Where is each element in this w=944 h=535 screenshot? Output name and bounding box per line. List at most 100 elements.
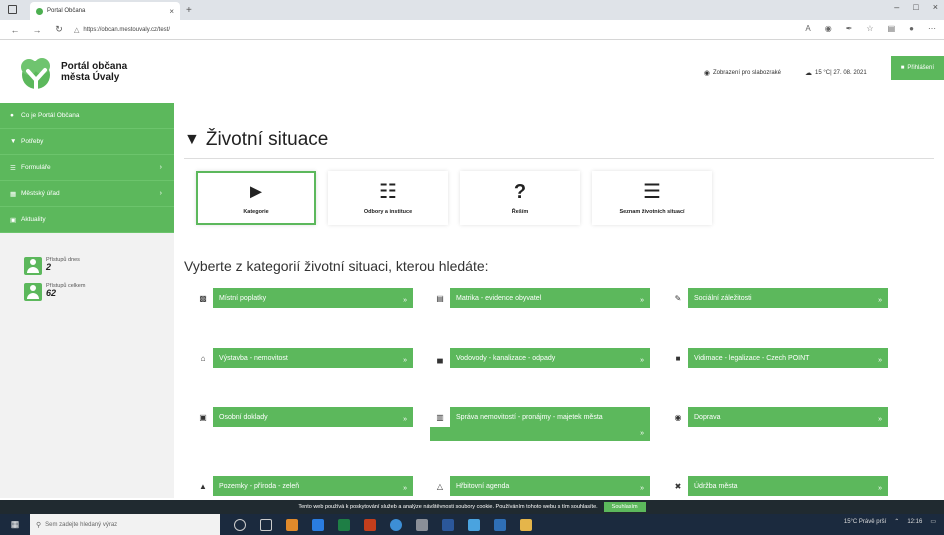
site-brand[interactable]: Portál občana města Úvaly xyxy=(61,61,127,83)
browser-tab[interactable]: Portal Občana × xyxy=(30,2,180,20)
extension-icon[interactable]: ◉ xyxy=(825,24,832,33)
task-view-icon[interactable] xyxy=(260,518,272,531)
tag-icon: ► xyxy=(246,181,266,203)
reload-icon[interactable]: ↻ xyxy=(52,24,66,35)
window-menu-icon[interactable] xyxy=(8,5,17,14)
file-explorer-icon[interactable] xyxy=(520,518,532,531)
category-label: Osobní doklady xyxy=(219,414,268,421)
tile-categories[interactable]: ► Kategorie xyxy=(196,171,316,225)
app-icon[interactable] xyxy=(286,518,298,531)
category-construction[interactable]: ⌂ Výstavba - nemovitost » xyxy=(193,348,413,368)
more-menu-icon[interactable]: ⋯ xyxy=(928,24,936,33)
pen-icon[interactable]: ✒ xyxy=(846,24,853,33)
weather-date: ☁ 15 °C| 27. 08. 2021 xyxy=(805,69,867,77)
tab-close-icon[interactable]: × xyxy=(169,7,174,16)
category-label: Místní poplatky xyxy=(219,295,267,302)
category-water[interactable]: ▄ Vodovody - kanalizace - odpady » xyxy=(430,348,650,368)
chevron-down-icon: » xyxy=(878,357,882,364)
user-icon xyxy=(24,257,42,275)
word-icon[interactable] xyxy=(442,518,454,531)
money-icon: ▩ xyxy=(193,288,213,308)
chevron-down-icon: » xyxy=(403,357,407,364)
browser-tab-bar: Portal Občana × + – □ × xyxy=(0,0,944,20)
brand-line-2: města Úvaly xyxy=(61,72,120,83)
close-window-button[interactable]: × xyxy=(933,2,938,12)
maximize-button[interactable]: □ xyxy=(913,2,918,12)
stat-total: Přístupů celkem 62 xyxy=(24,283,174,301)
sidebar-item-office[interactable]: ▦ Městský úřad › xyxy=(0,181,174,207)
weather-tray[interactable]: 15°C Právě prší xyxy=(844,519,886,525)
category-local-fees[interactable]: ▩ Místní poplatky » xyxy=(193,288,413,308)
chevron-right-icon: › xyxy=(159,190,162,197)
url-field[interactable]: △ https://obcan.mestouvaly.cz/test/ xyxy=(74,26,170,34)
cookie-accept-button[interactable]: Souhlasím xyxy=(603,502,646,512)
collections-icon[interactable]: ▤ xyxy=(888,24,896,33)
favicon-icon xyxy=(36,7,43,15)
visit-stats: Přístupů dnes 2 Přístupů celkem 62 xyxy=(0,233,174,301)
tile-label: Odbory a instituce xyxy=(363,209,413,215)
title-divider xyxy=(184,158,934,159)
edge-icon[interactable] xyxy=(312,518,324,531)
windows-taskbar: ▦ ⚲ Sem zadejte hledaný výraz 15°C Právě… xyxy=(0,514,944,535)
back-arrow-icon[interactable]: ← xyxy=(8,25,22,35)
taskbar-search[interactable]: ⚲ Sem zadejte hledaný výraz xyxy=(30,514,220,535)
category-czech-point[interactable]: ■ Vidimace - legalizace - Czech POINT » xyxy=(668,348,888,368)
category-label: Údržba města xyxy=(694,483,738,490)
sidebar-item-forms[interactable]: ☰ Formuláře › xyxy=(0,155,174,181)
stat-value: 62 xyxy=(46,288,57,298)
clock[interactable]: 12:16 xyxy=(907,519,922,525)
sidebar-item-label: Formuláře xyxy=(21,164,51,171)
category-land[interactable]: ▲ Pozemky - příroda - zeleň » xyxy=(193,476,413,496)
category-maintenance[interactable]: ✖ Údržba města » xyxy=(668,476,888,496)
minimize-button[interactable]: – xyxy=(894,2,899,12)
weather-icon: ☁ xyxy=(805,69,813,77)
sidebar-item-label: Městský úřad xyxy=(21,190,60,197)
window-controls: – □ × xyxy=(894,2,938,12)
chevron-down-icon: » xyxy=(878,485,882,492)
category-registry[interactable]: ▤ Matrika - evidence obyvatel » xyxy=(430,288,650,308)
category-cemetery[interactable]: △ Hřbitovní agenda » xyxy=(430,476,650,496)
tile-list[interactable]: ☰ Seznam životních situací xyxy=(592,171,712,225)
category-transport[interactable]: ◉ Doprava » xyxy=(668,407,888,427)
category-id-docs[interactable]: ▣ Osobní doklady » xyxy=(193,407,413,427)
category-label: Výstavba - nemovitost xyxy=(219,355,288,362)
read-aloud-icon[interactable]: A xyxy=(805,24,810,33)
user-icon xyxy=(24,283,42,301)
tile-departments[interactable]: ☷ Odbory a instituce xyxy=(328,171,448,225)
view-tiles: ► Kategorie ☷ Odbory a instituce ? Řeším… xyxy=(196,171,712,225)
brand-line-1: Portál občana xyxy=(61,61,128,72)
tray-arrow-icon[interactable]: ⌃ xyxy=(894,518,899,525)
login-button[interactable]: ■ Přihlášení xyxy=(890,56,944,80)
app-icon[interactable] xyxy=(416,518,428,531)
chrome-icon[interactable] xyxy=(390,518,402,531)
windows-start-icon[interactable]: ▦ xyxy=(0,519,30,530)
cookie-text: Tento web používá k poskytování služeb a… xyxy=(298,504,598,510)
cortana-icon[interactable] xyxy=(234,518,246,531)
excel-icon[interactable] xyxy=(338,518,350,531)
category-label: Matrika - evidence obyvatel xyxy=(456,295,542,302)
uvaly-logo-icon[interactable] xyxy=(18,55,54,91)
tile-resim[interactable]: ? Řeším xyxy=(460,171,580,225)
low-vision-link[interactable]: ◉ Zobrazení pro slabozraké xyxy=(704,69,781,77)
category-social[interactable]: ✎ Sociální záležitosti » xyxy=(668,288,888,308)
profile-icon[interactable]: ● xyxy=(909,24,914,33)
header-right: ◉ Zobrazení pro slabozraké ☁ 15 °C| 27. … xyxy=(704,56,944,80)
sidebar-item-needs[interactable]: ▼ Potřeby xyxy=(0,129,174,155)
notification-icon[interactable]: ▭ xyxy=(930,518,936,525)
app-icon[interactable] xyxy=(494,518,506,531)
sidebar-item-about[interactable]: ● Co je Portál Občana xyxy=(0,103,174,129)
sidebar-item-news[interactable]: ▣ Aktuality xyxy=(0,207,174,233)
powerpoint-icon[interactable] xyxy=(364,518,376,531)
info-icon: ● xyxy=(10,112,14,119)
stat-today: Přístupů dnes 2 xyxy=(24,257,174,275)
category-property[interactable]: ▥ Správa nemovitostí - pronájmy - majete… xyxy=(430,407,650,441)
app-icon[interactable] xyxy=(468,518,480,531)
forward-arrow-icon[interactable]: → xyxy=(30,25,44,35)
cookie-banner: Tento web používá k poskytování služeb a… xyxy=(0,500,944,514)
main-content: ▼ Životní situace ► Kategorie ☷ Odbory a… xyxy=(174,103,944,498)
lock-icon: △ xyxy=(74,26,80,34)
new-tab-button[interactable]: + xyxy=(186,5,192,16)
office-icon: ▦ xyxy=(10,190,17,198)
favorite-star-icon[interactable]: ☆ xyxy=(866,24,873,33)
sidebar-menu: ● Co je Portál Občana ▼ Potřeby ☰ Formul… xyxy=(0,103,174,233)
